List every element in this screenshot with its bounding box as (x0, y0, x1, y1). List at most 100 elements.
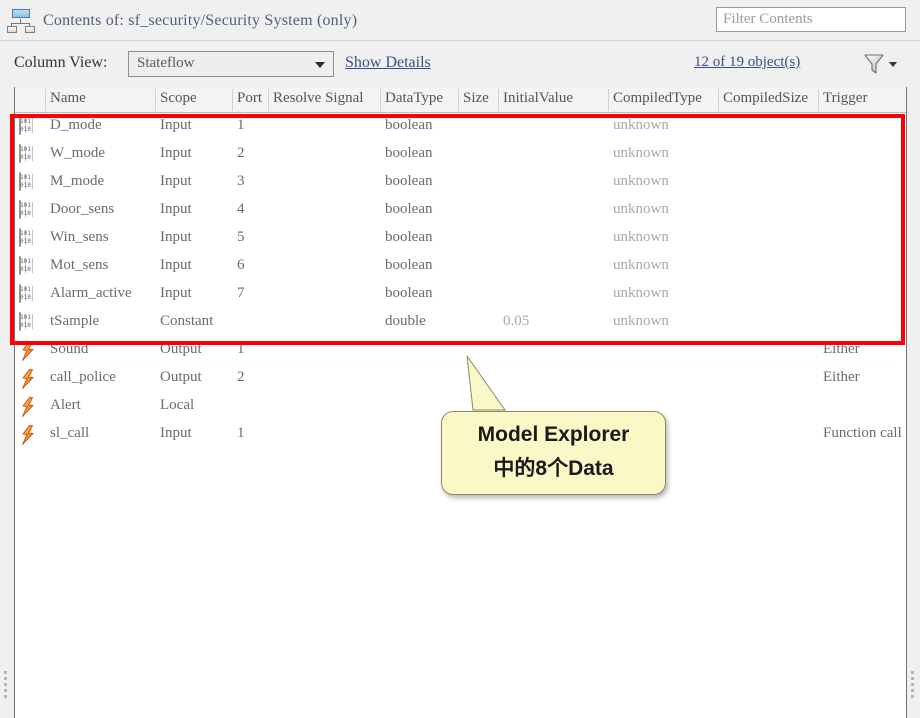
data-icon: 101010 (19, 284, 33, 303)
row-icon: 101010 (19, 284, 39, 305)
column-header-trigger[interactable]: Trigger (818, 90, 906, 112)
cell-name: Win_sens (50, 229, 109, 245)
column-divider[interactable] (380, 89, 381, 111)
column-header-compiledsize[interactable]: CompiledSize (718, 90, 818, 112)
column-divider[interactable] (45, 89, 46, 111)
column-divider[interactable] (268, 89, 269, 111)
cell-scope: Input (160, 173, 192, 189)
data-icon: 101010 (19, 144, 33, 163)
cell-scope: Input (160, 425, 192, 441)
cell-compiledtype: unknown (613, 229, 669, 245)
callout-bubble: Model Explorer 中的8个Data (441, 411, 666, 495)
table-row[interactable]: call_police Output 2 Either (15, 365, 906, 393)
cell-name: D_mode (50, 117, 102, 133)
cell-name: Mot_sens (50, 257, 109, 273)
show-details-link[interactable]: Show Details (345, 54, 431, 72)
window-title-bar: Contents of: sf_security/Security System… (0, 0, 920, 41)
table-row[interactable]: 101010 Win_sens Input 5 boolean unknown (15, 225, 906, 253)
left-splitter-grip[interactable] (4, 671, 8, 701)
chevron-down-icon (315, 62, 325, 68)
table-row[interactable]: 101010 W_mode Input 2 boolean unknown (15, 141, 906, 169)
column-header-scope[interactable]: Scope (155, 90, 232, 112)
row-icon (19, 341, 39, 361)
column-view-value: Stateflow (137, 55, 195, 71)
object-count-link[interactable]: 12 of 19 object(s) (694, 54, 800, 71)
cell-port: 2 (237, 145, 245, 161)
column-header-datatype[interactable]: DataType (380, 90, 458, 112)
column-header-resolve_signal[interactable]: Resolve Signal (268, 90, 380, 112)
row-icon (19, 369, 39, 389)
column-divider[interactable] (608, 89, 609, 111)
table-row[interactable]: 101010 Door_sens Input 4 boolean unknown (15, 197, 906, 225)
table-row[interactable]: 101010 Alarm_active Input 7 boolean unknown (15, 281, 906, 309)
cell-trigger: Either (823, 341, 860, 357)
cell-scope: Input (160, 285, 192, 301)
cell-port: 1 (237, 117, 245, 133)
column-divider[interactable] (498, 89, 499, 111)
column-divider[interactable] (718, 89, 719, 111)
cell-compiledtype: unknown (613, 145, 669, 161)
page-title: Contents of: sf_security/Security System… (43, 11, 358, 29)
cell-initialvalue: 0.05 (503, 313, 530, 329)
cell-port: 5 (237, 229, 245, 245)
row-icon: 101010 (19, 228, 39, 249)
cell-compiledtype: unknown (613, 257, 669, 273)
funnel-icon[interactable] (862, 52, 886, 76)
cell-scope: Local (160, 397, 195, 413)
cell-scope: Input (160, 257, 192, 273)
cell-compiledtype: unknown (613, 285, 669, 301)
column-header-initialvalue[interactable]: InitialValue (498, 90, 608, 112)
right-splitter-grip[interactable] (911, 671, 915, 701)
data-icon: 101010 (19, 256, 33, 275)
annotation-callout: Model Explorer 中的8个Data (441, 355, 666, 495)
table-header-row: Name Scope Port Resolve Signal DataType Size I… (15, 87, 906, 113)
cell-name: Alarm_active (50, 285, 132, 301)
event-icon (19, 397, 39, 417)
column-divider[interactable] (155, 89, 156, 111)
cell-port: 3 (237, 173, 245, 189)
cell-datatype: boolean (385, 145, 433, 161)
column-header-port[interactable]: Port (232, 90, 268, 112)
table-row[interactable]: 101010 M_mode Input 3 boolean unknown (15, 169, 906, 197)
column-header-compiledtype[interactable]: CompiledType (608, 90, 718, 112)
cell-name: Sound (50, 341, 89, 357)
table-row[interactable]: 101010 D_mode Input 1 boolean unknown (15, 113, 906, 141)
filter-contents-input[interactable] (716, 7, 906, 32)
table-row[interactable]: Sound Output 1 Either (15, 337, 906, 365)
data-icon: 101010 (19, 200, 33, 219)
column-divider[interactable] (818, 89, 819, 111)
cell-port: 2 (237, 369, 245, 385)
cell-compiledtype: unknown (613, 201, 669, 217)
cell-scope: Input (160, 145, 192, 161)
cell-name: M_mode (50, 173, 105, 189)
cell-scope: Input (160, 117, 192, 133)
right-splitter[interactable] (906, 87, 920, 718)
callout-tail (465, 354, 525, 414)
cell-name: Alert (50, 397, 81, 413)
cell-scope: Output (160, 341, 202, 357)
cell-datatype: boolean (385, 285, 433, 301)
column-divider[interactable] (458, 89, 459, 111)
row-icon: 101010 (19, 144, 39, 165)
column-view-select[interactable]: Stateflow (128, 51, 334, 77)
cell-port: 1 (237, 341, 245, 357)
event-icon (19, 425, 39, 445)
row-icon: 101010 (19, 256, 39, 277)
event-icon (19, 369, 39, 389)
data-icon: 101010 (19, 172, 33, 191)
table-body: 101010 D_mode Input 1 boolean unknown 101010 W_… (15, 113, 906, 449)
cell-name: call_police (50, 369, 116, 385)
cell-name: tSample (50, 313, 100, 329)
left-splitter[interactable] (0, 87, 15, 718)
column-header-name[interactable]: Name (45, 90, 155, 112)
table-row[interactable]: 101010 tSample Constant double 0.05 unknown (15, 309, 906, 337)
contents-table: Name Scope Port Resolve Signal DataType Size I… (15, 87, 906, 718)
table-row[interactable]: 101010 Mot_sens Input 6 boolean unknown (15, 253, 906, 281)
cell-scope: Output (160, 369, 202, 385)
column-divider[interactable] (232, 89, 233, 111)
row-icon: 101010 (19, 116, 39, 137)
filter-chevron-down-icon[interactable] (889, 62, 897, 67)
cell-scope: Constant (160, 313, 214, 329)
event-icon (19, 341, 39, 361)
column-header-size[interactable]: Size (458, 90, 498, 112)
